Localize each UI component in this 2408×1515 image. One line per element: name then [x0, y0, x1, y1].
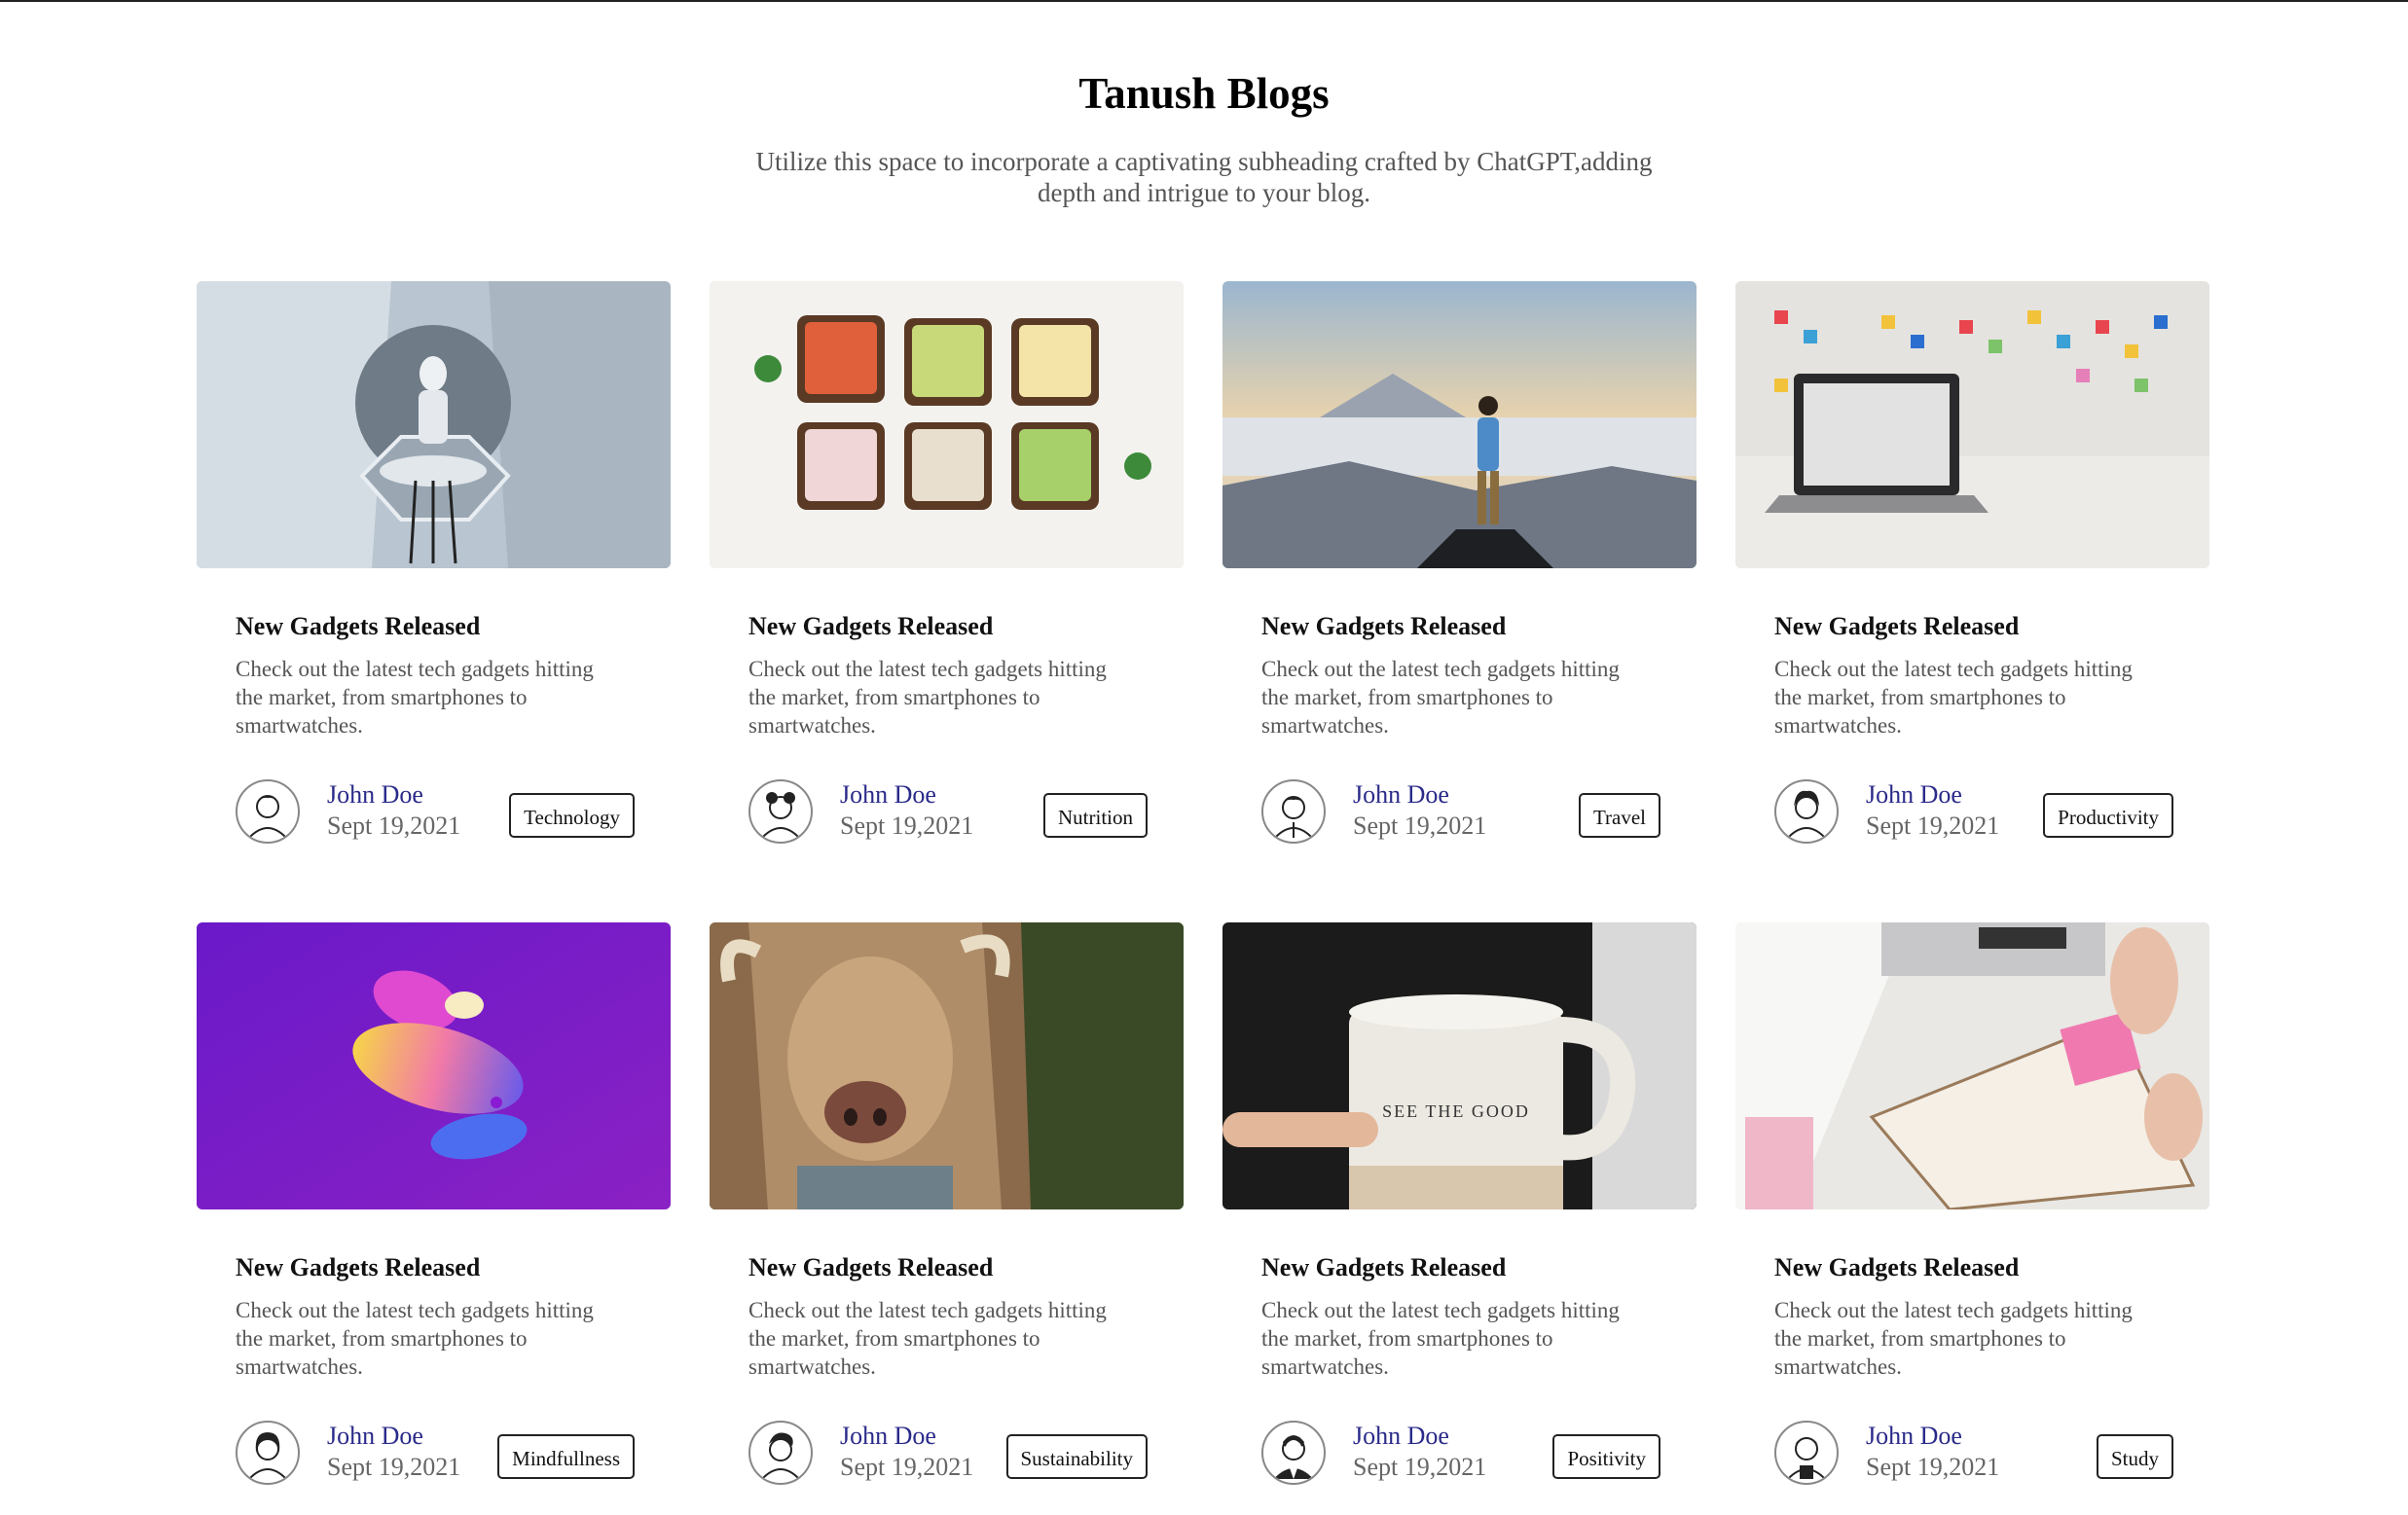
avatar: [236, 779, 300, 844]
page-title: Tanush Blogs: [1078, 69, 1330, 118]
card-description: Check out the latest tech gadgets hittin…: [1261, 657, 1620, 738]
card-title[interactable]: New Gadgets Released: [236, 1253, 480, 1282]
card-description: Check out the latest tech gadgets hittin…: [1261, 1298, 1620, 1379]
card-meta: John Doe Sept 19,2021 Study: [1774, 1421, 2173, 1489]
post-date: Sept 19,2021: [327, 812, 461, 840]
author-link[interactable]: John Doe: [840, 779, 936, 811]
post-date: Sept 19,2021: [840, 812, 974, 840]
mug-text: SEE THE GOOD: [1382, 1101, 1530, 1121]
avatar: [748, 779, 813, 844]
blog-card[interactable]: New Gadgets Released Check out the lates…: [1735, 281, 2209, 874]
category-tag[interactable]: Technology: [509, 793, 635, 838]
card-description: Check out the latest tech gadgets hittin…: [236, 1298, 594, 1379]
category-tag[interactable]: Travel: [1578, 793, 1660, 838]
avatar: [1774, 1421, 1839, 1485]
category-tag[interactable]: Study: [2096, 1434, 2173, 1479]
card-meta: John Doe Sept 19,2021 Productivity: [1774, 779, 2173, 848]
author-link[interactable]: John Doe: [327, 779, 423, 811]
author-link[interactable]: John Doe: [1353, 779, 1449, 811]
card-description: Check out the latest tech gadgets hittin…: [1774, 1298, 2133, 1379]
blog-grid: New Gadgets Released Check out the lates…: [197, 281, 2209, 1515]
robot-meditating-image[interactable]: [197, 281, 671, 568]
blog-card[interactable]: New Gadgets Released Check out the lates…: [1222, 281, 1697, 874]
blog-card[interactable]: New Gadgets Released Check out the lates…: [197, 281, 671, 874]
card-description: Check out the latest tech gadgets hittin…: [748, 1298, 1107, 1379]
mountain-hiker-image[interactable]: [1222, 281, 1697, 568]
page-header: Tanush Blogs Utilize this space to incor…: [0, 60, 2408, 208]
toast-snacks-image[interactable]: [710, 281, 1184, 568]
avatar: [1261, 1421, 1326, 1485]
laptop-sticky-notes-image[interactable]: [1735, 281, 2209, 568]
post-date: Sept 19,2021: [1353, 1453, 1487, 1481]
card-meta: John Doe Sept 19,2021 Sustainability: [748, 1421, 1148, 1489]
blog-card[interactable]: SEE THE GOOD New Gadgets Released Check …: [1222, 922, 1697, 1515]
category-tag[interactable]: Productivity: [2043, 793, 2173, 838]
card-meta: John Doe Sept 19,2021 Positivity: [1261, 1421, 1660, 1489]
author-link[interactable]: John Doe: [1353, 1421, 1449, 1452]
card-description: Check out the latest tech gadgets hittin…: [1774, 657, 2133, 738]
card-meta: John Doe Sept 19,2021 Nutrition: [748, 779, 1148, 848]
category-tag[interactable]: Sustainability: [1005, 1434, 1148, 1479]
abstract-3d-shape-image[interactable]: [197, 922, 671, 1209]
card-meta: John Doe Sept 19,2021 Technology: [236, 779, 635, 848]
post-date: Sept 19,2021: [840, 1453, 974, 1481]
avatar: [236, 1421, 300, 1485]
card-title[interactable]: New Gadgets Released: [1774, 612, 2019, 641]
card-title[interactable]: New Gadgets Released: [1261, 1253, 1506, 1282]
author-link[interactable]: John Doe: [1866, 779, 1962, 811]
author-link[interactable]: John Doe: [840, 1421, 936, 1452]
post-date: Sept 19,2021: [1866, 1453, 2000, 1481]
card-description: Check out the latest tech gadgets hittin…: [236, 657, 594, 738]
avatar: [748, 1421, 813, 1485]
category-tag[interactable]: Mindfullness: [497, 1434, 635, 1479]
author-link[interactable]: John Doe: [327, 1421, 423, 1452]
page-subtitle: Utilize this space to incorporate a capt…: [755, 147, 1653, 207]
top-border: [0, 0, 2408, 2]
planner-desk-image[interactable]: [1735, 922, 2209, 1209]
blog-card[interactable]: New Gadgets Released Check out the lates…: [197, 922, 671, 1515]
card-meta: John Doe Sept 19,2021 Mindfullness: [236, 1421, 635, 1489]
category-tag[interactable]: Positivity: [1552, 1434, 1660, 1479]
category-tag[interactable]: Nutrition: [1043, 793, 1148, 838]
post-date: Sept 19,2021: [1866, 812, 2000, 840]
author-link[interactable]: John Doe: [1866, 1421, 1962, 1452]
avatar: [1261, 779, 1326, 844]
post-date: Sept 19,2021: [1353, 812, 1487, 840]
card-meta: John Doe Sept 19,2021 Travel: [1261, 779, 1660, 848]
card-title[interactable]: New Gadgets Released: [1774, 1253, 2019, 1282]
card-title[interactable]: New Gadgets Released: [1261, 612, 1506, 641]
avatar: [1774, 779, 1839, 844]
blog-card[interactable]: New Gadgets Released Check out the lates…: [710, 922, 1184, 1515]
card-title[interactable]: New Gadgets Released: [236, 612, 480, 641]
blog-card[interactable]: New Gadgets Released Check out the lates…: [1735, 922, 2209, 1515]
post-date: Sept 19,2021: [327, 1453, 461, 1481]
blog-card[interactable]: New Gadgets Released Check out the lates…: [710, 281, 1184, 874]
highland-cow-image[interactable]: [710, 922, 1184, 1209]
card-description: Check out the latest tech gadgets hittin…: [748, 657, 1107, 738]
card-title[interactable]: New Gadgets Released: [748, 1253, 993, 1282]
mug-see-the-good-image[interactable]: SEE THE GOOD: [1222, 922, 1697, 1209]
card-title[interactable]: New Gadgets Released: [748, 612, 993, 641]
